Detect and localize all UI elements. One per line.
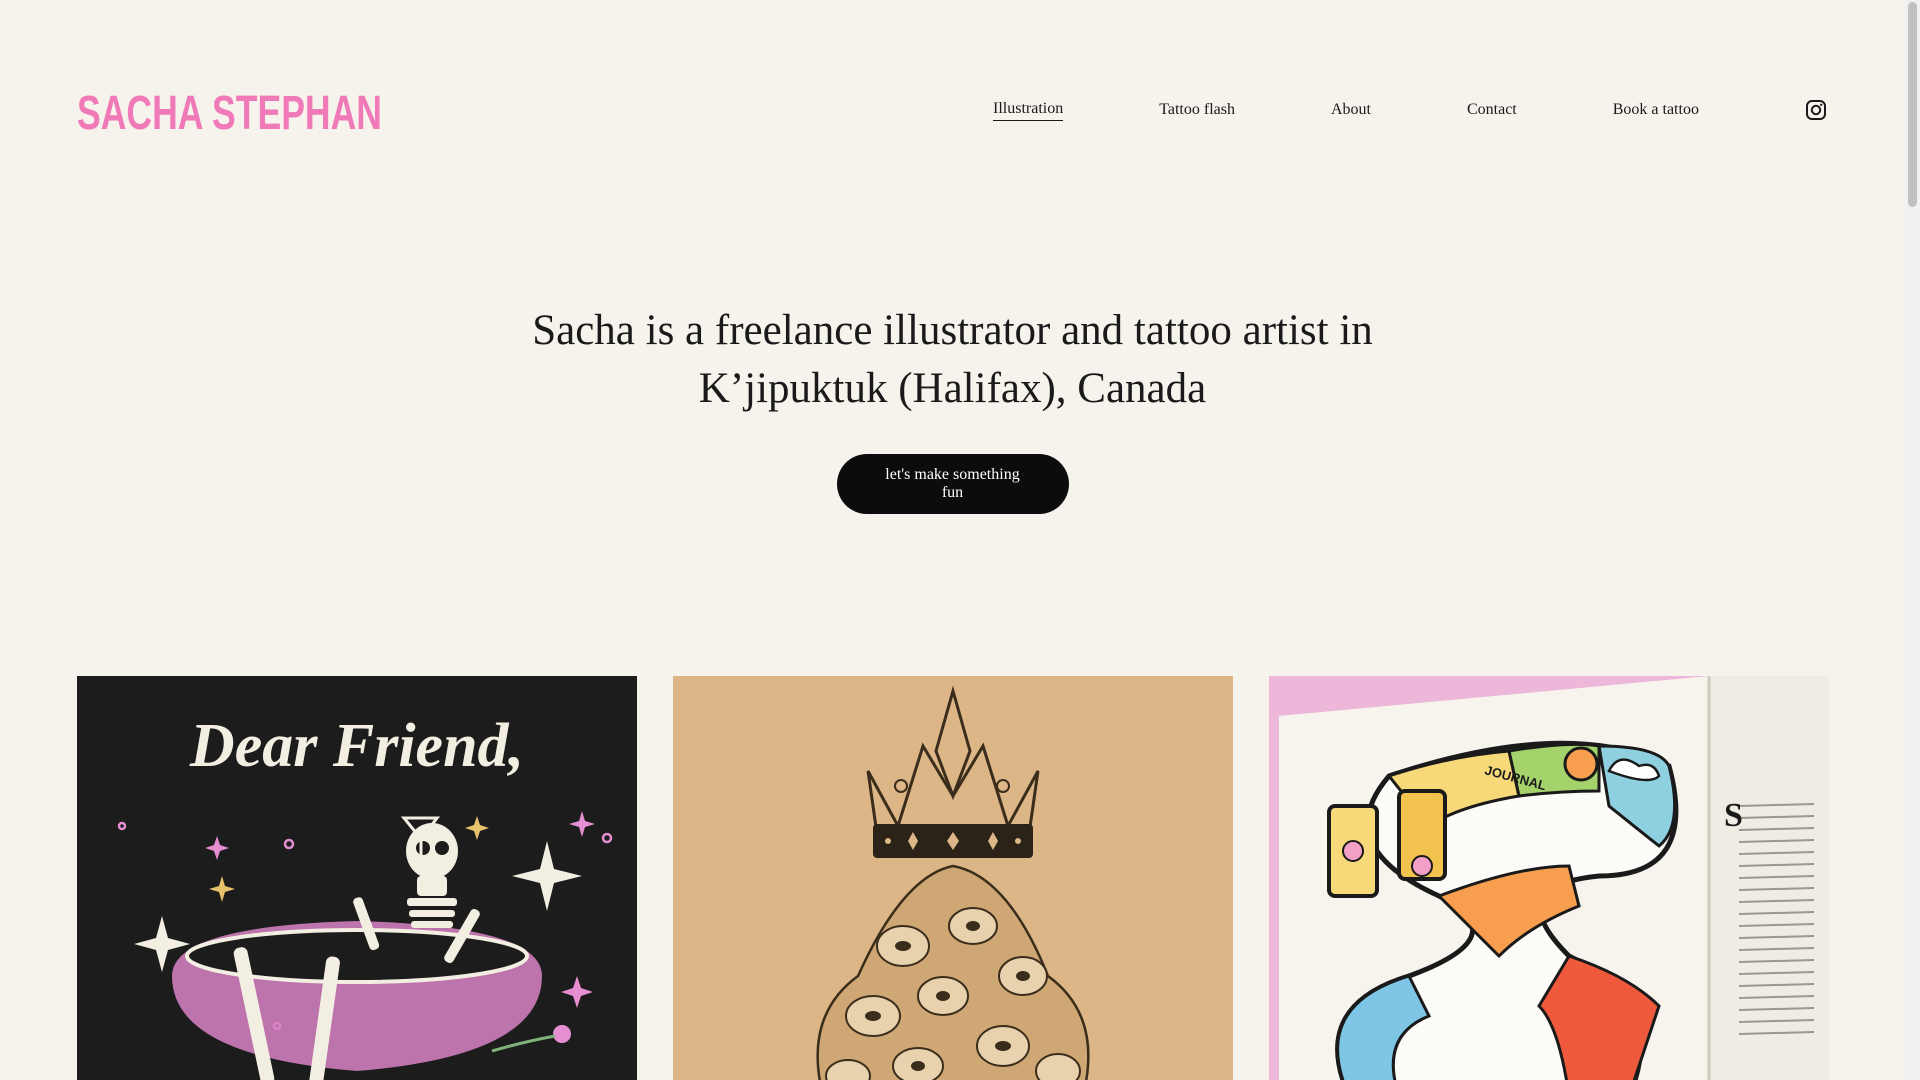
nav-about[interactable]: About	[1331, 101, 1371, 121]
crown-cans-artwork	[673, 676, 1233, 1080]
cta-button[interactable]: let's make something fun	[836, 454, 1069, 514]
main-nav: Illustration Tattoo flash About Contact …	[993, 100, 1795, 121]
gallery-item-crown-cans[interactable]	[673, 676, 1233, 1080]
nav-book-a-tattoo[interactable]: Book a tattoo	[1613, 101, 1699, 121]
hero-headline: Sacha is a freelance illustrator and tat…	[532, 307, 1373, 412]
logo-wordmark: SACHA STEPHAN	[77, 87, 382, 140]
hero-section: Sacha is a freelance illustrator and tat…	[0, 302, 1905, 514]
page: SACHA STEPHAN Illustration Tattoo flash …	[0, 0, 1905, 1080]
logo-text: SACHA STEPHAN	[77, 87, 382, 135]
self-care-board-artwork: S JOURNAL	[1269, 676, 1829, 1080]
gallery-item-self-care-board[interactable]: S JOURNAL	[1269, 676, 1829, 1080]
dear-friend-artwork: Dear Friend,	[77, 676, 637, 1080]
vertical-scrollbar[interactable]	[1905, 0, 1920, 1080]
site-header: SACHA STEPHAN Illustration Tattoo flash …	[77, 75, 1827, 145]
nav-tattoo-flash[interactable]: Tattoo flash	[1159, 101, 1235, 121]
instagram-icon[interactable]	[1805, 99, 1827, 121]
nav-illustration[interactable]: Illustration	[993, 100, 1064, 121]
scrollbar-thumb[interactable]	[1908, 2, 1917, 207]
gallery-item-dear-friend[interactable]: Dear Friend,	[77, 676, 637, 1080]
svg-text:S: S	[1724, 797, 1743, 834]
site-logo[interactable]: SACHA STEPHAN	[77, 85, 387, 140]
illustration-gallery: Dear Friend, S JOURNAL	[77, 676, 1829, 1080]
nav-contact[interactable]: Contact	[1467, 101, 1517, 121]
artwork-title: Dear Friend,	[189, 712, 524, 780]
